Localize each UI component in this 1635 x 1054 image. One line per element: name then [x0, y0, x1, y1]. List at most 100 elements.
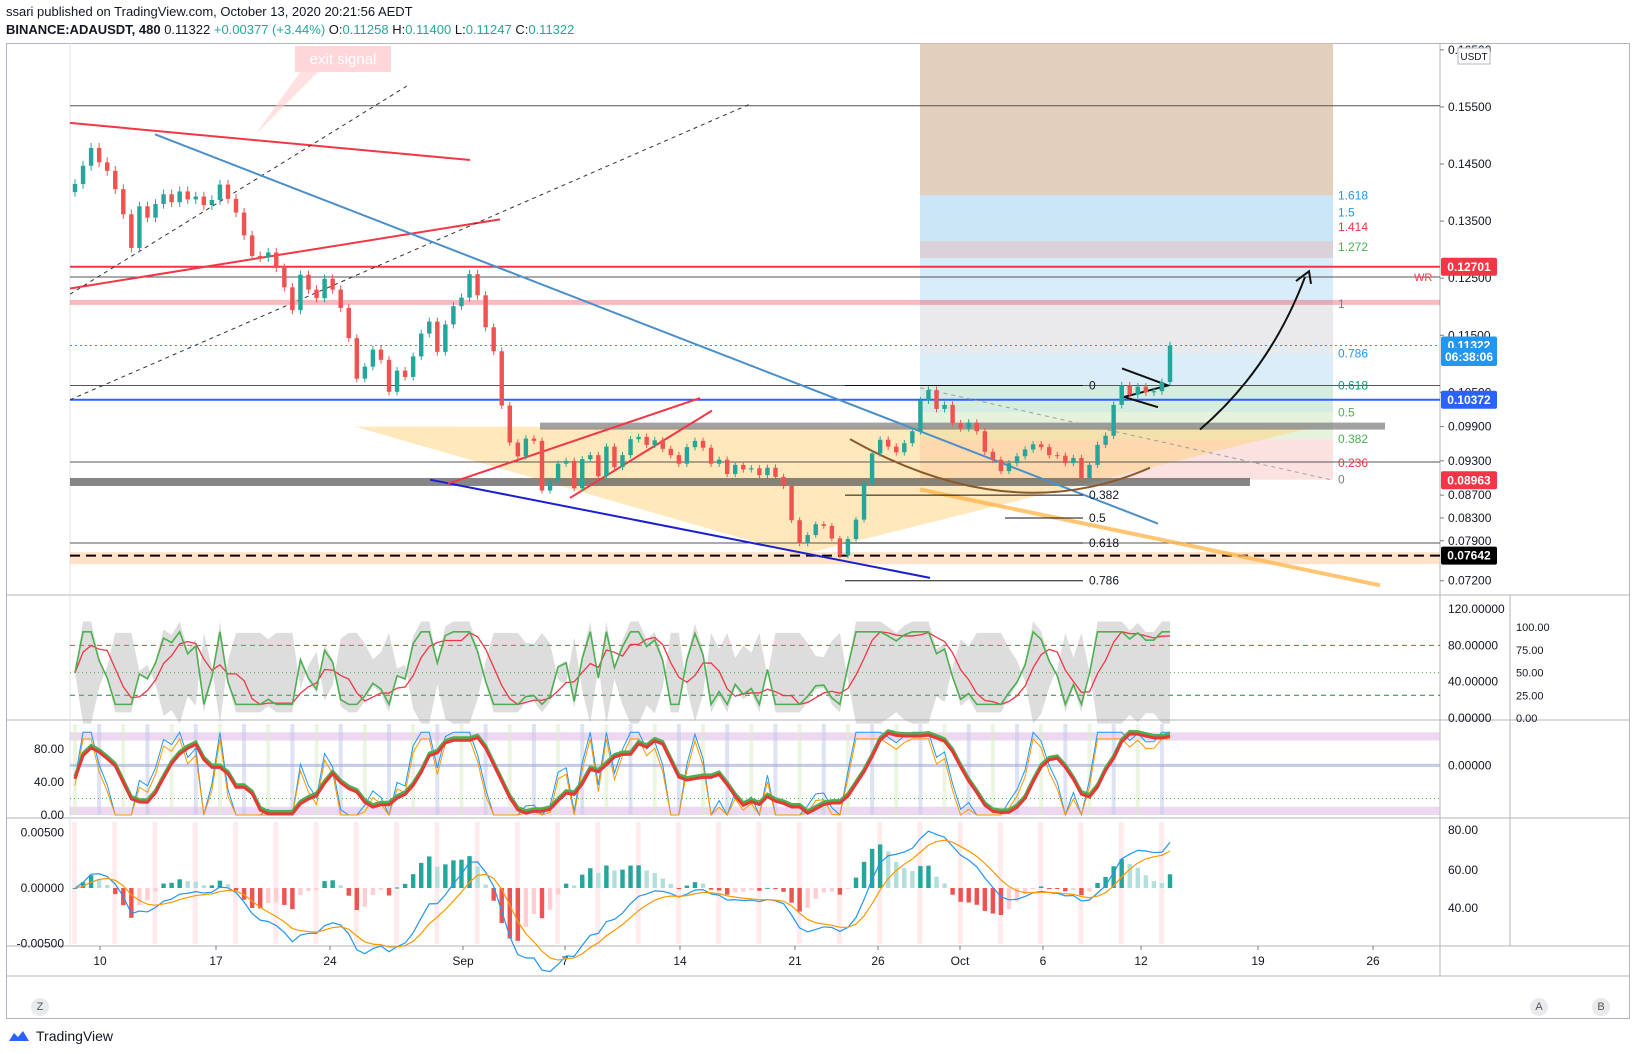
macd-histogram-bar: [209, 885, 215, 888]
candle-body: [72, 184, 78, 193]
tradingview-logo-icon: [9, 1031, 29, 1041]
candle-body: [386, 359, 392, 392]
candle-body: [781, 476, 786, 486]
candle-body: [499, 351, 504, 406]
macd-histogram-bar: [580, 874, 585, 888]
currency-badge-text: USDT: [1460, 52, 1487, 63]
macd-histogram-bar: [966, 888, 971, 903]
candle-body: [1014, 456, 1020, 464]
fib-zone-1618: [920, 195, 1333, 242]
candle-body: [716, 459, 722, 464]
rsi-right-axis-label: 0.00: [1516, 713, 1537, 725]
candle-body: [346, 307, 351, 339]
exit-signal-pointer: [255, 72, 318, 135]
candle-body: [1022, 449, 1028, 457]
macd-axis-label: 0.00000: [21, 881, 65, 895]
macd-signal-line: [74, 839, 1171, 961]
macd-histogram-bar: [942, 883, 947, 888]
candle-body: [201, 196, 207, 206]
macd-bg-bar: [997, 822, 1003, 944]
candle-body: [185, 191, 190, 200]
candle-body: [459, 297, 464, 307]
macd-line: [74, 830, 1171, 973]
stoch-bg-bar: [797, 724, 802, 815]
macd-bg-bar: [756, 822, 762, 944]
macd-histogram-bar: [257, 888, 263, 909]
macd-histogram-bar: [1047, 888, 1052, 889]
candle-body: [660, 440, 665, 449]
candle-body: [1030, 444, 1036, 450]
stoch-bg-bar: [411, 724, 416, 815]
rsi-right-axis-label: 75.00: [1516, 645, 1544, 657]
macd-histogram-bar: [282, 888, 287, 905]
candle-body: [225, 184, 231, 199]
auto-scale-button[interactable]: A: [1530, 998, 1548, 1016]
candle-body: [410, 356, 416, 377]
macd-histogram-bar: [539, 888, 545, 919]
macd-histogram-bar: [684, 885, 690, 888]
fib-extension-label: 1.272: [1338, 240, 1368, 254]
macd-histogram-bar: [845, 888, 851, 889]
candle-body: [233, 198, 239, 213]
candle-body: [249, 235, 255, 256]
macd-histogram-bar: [193, 881, 198, 888]
chart-canvas[interactable]: 0 0.382 0.5 0.618 0.786 1.618 1.51.414 1.272 1 0.…: [0, 0, 1635, 1054]
candle-body: [885, 439, 891, 447]
candle-body: [539, 440, 545, 491]
candle-body: [153, 203, 158, 218]
price-label-text: 0.07642: [1447, 549, 1491, 563]
macd-histogram-bar: [161, 883, 166, 888]
log-scale-button[interactable]: B: [1592, 998, 1610, 1016]
macd-right-axis-label: 60.00: [1448, 863, 1478, 877]
candle-body: [950, 404, 955, 424]
macd-histogram-bar: [749, 888, 754, 891]
macd-histogram-bar: [104, 884, 110, 888]
macd-histogram-bar: [990, 888, 996, 914]
candle-body: [1143, 386, 1149, 393]
footer-brand[interactable]: TradingView: [8, 1028, 113, 1044]
fib-extension-label: 0.5: [1338, 405, 1355, 419]
macd-histogram-bar: [1038, 886, 1044, 888]
trendline-red-upper: [70, 121, 471, 162]
rsi-band: [75, 621, 1170, 724]
stoch-bg-bar: [314, 724, 319, 815]
time-axis-label: 21: [788, 954, 802, 968]
macd-histogram-bar: [765, 887, 770, 889]
fib-retrace-label: 0.382: [1089, 488, 1119, 502]
candle-body: [1135, 386, 1141, 395]
macd-histogram-bar: [950, 888, 955, 895]
macd-histogram-bar: [789, 888, 794, 903]
fib-retrace-label: 0.618: [1089, 536, 1119, 550]
candle-body: [1167, 345, 1173, 383]
candle-body: [362, 366, 368, 379]
time-axis-label: 26: [1366, 954, 1380, 968]
candle-body: [692, 440, 698, 448]
macd-histogram-bar: [1030, 888, 1036, 889]
macd-histogram-bar: [394, 887, 400, 889]
stoch-upper-zone: [70, 732, 1440, 741]
candle-body: [483, 295, 488, 328]
stoch-bg-bar: [966, 724, 971, 815]
candle-body: [757, 468, 762, 476]
exit-signal-callout: exit signal: [255, 46, 391, 135]
macd-histogram-bar: [894, 862, 899, 888]
macd-bg-bar: [72, 822, 77, 944]
price-pane: 0 0.382 0.5 0.618 0.786 1.618 1.51.414 1.272 1 0.…: [70, 43, 1440, 588]
rsi-right-axis-label: 50.00: [1516, 668, 1544, 680]
candle-body: [177, 191, 182, 203]
macd-pane: [72, 822, 1173, 973]
stoch-bg-bar: [531, 724, 536, 815]
timezone-button[interactable]: Z: [31, 998, 49, 1016]
candle-body: [80, 165, 86, 184]
candle-body: [700, 440, 706, 448]
candle-body: [676, 455, 682, 464]
candle-body: [330, 278, 335, 290]
macd-histogram-bar: [555, 888, 561, 895]
stoch-bg-bar: [1111, 724, 1116, 815]
candle-body: [88, 148, 94, 166]
candle-body: [257, 255, 263, 258]
macd-histogram-bar: [773, 888, 778, 890]
macd-histogram-bar: [620, 869, 625, 888]
fib-retrace-label: 0.786: [1089, 574, 1119, 588]
candle-body: [322, 278, 327, 299]
